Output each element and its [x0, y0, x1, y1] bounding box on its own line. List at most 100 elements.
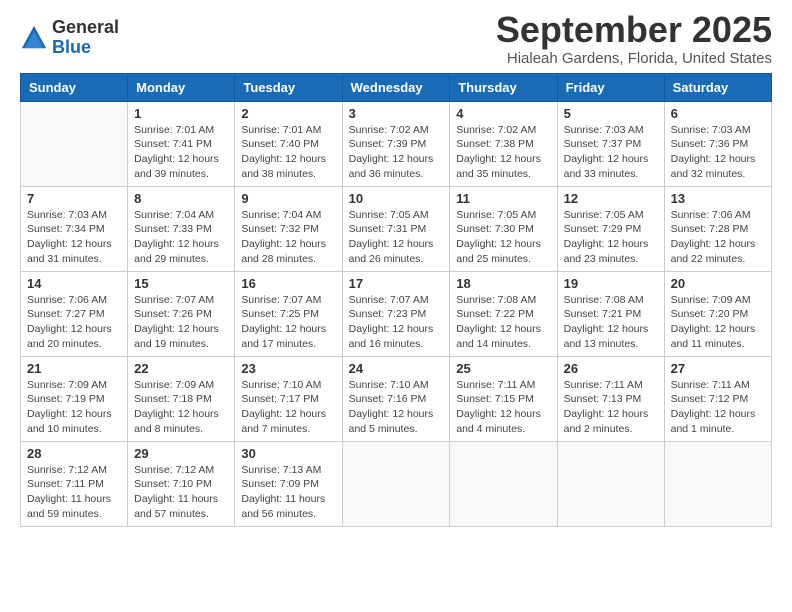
calendar-cell: 25 Sunrise: 7:11 AM Sunset: 7:15 PM Dayli…	[450, 356, 557, 441]
calendar-cell: 3 Sunrise: 7:02 AM Sunset: 7:39 PM Daylig…	[342, 101, 450, 186]
calendar-cell: 9 Sunrise: 7:04 AM Sunset: 7:32 PM Daylig…	[235, 186, 342, 271]
calendar-cell	[21, 101, 128, 186]
day-number: 12	[564, 191, 658, 206]
day-number: 11	[456, 191, 550, 206]
calendar-cell	[664, 441, 771, 526]
calendar-cell	[450, 441, 557, 526]
day-info: Sunrise: 7:04 AM Sunset: 7:32 PM Dayligh…	[241, 208, 335, 267]
calendar-header-row: SundayMondayTuesdayWednesdayThursdayFrid…	[21, 73, 772, 101]
day-number: 13	[671, 191, 765, 206]
day-info: Sunrise: 7:09 AM Sunset: 7:18 PM Dayligh…	[134, 378, 228, 437]
day-number: 2	[241, 106, 335, 121]
day-number: 26	[564, 361, 658, 376]
day-info: Sunrise: 7:11 AM Sunset: 7:15 PM Dayligh…	[456, 378, 550, 437]
day-info: Sunrise: 7:04 AM Sunset: 7:33 PM Dayligh…	[134, 208, 228, 267]
calendar-cell: 29 Sunrise: 7:12 AM Sunset: 7:10 PM Dayli…	[128, 441, 235, 526]
logo-general-text: General	[52, 18, 119, 38]
day-number: 5	[564, 106, 658, 121]
day-info: Sunrise: 7:03 AM Sunset: 7:37 PM Dayligh…	[564, 123, 658, 182]
day-info: Sunrise: 7:11 AM Sunset: 7:13 PM Dayligh…	[564, 378, 658, 437]
day-info: Sunrise: 7:12 AM Sunset: 7:10 PM Dayligh…	[134, 463, 228, 522]
day-info: Sunrise: 7:09 AM Sunset: 7:20 PM Dayligh…	[671, 293, 765, 352]
calendar-cell	[557, 441, 664, 526]
calendar-header-friday: Friday	[557, 73, 664, 101]
calendar-cell: 4Sunrise: 7:02 AM Sunset: 7:38 PM Daylig…	[450, 101, 557, 186]
day-number: 3	[349, 106, 444, 121]
day-info: Sunrise: 7:02 AM Sunset: 7:38 PM Dayligh…	[456, 123, 550, 182]
day-number: 6	[671, 106, 765, 121]
calendar-cell: 12Sunrise: 7:05 AM Sunset: 7:29 PM Dayli…	[557, 186, 664, 271]
day-info: Sunrise: 7:07 AM Sunset: 7:25 PM Dayligh…	[241, 293, 335, 352]
day-info: Sunrise: 7:08 AM Sunset: 7:21 PM Dayligh…	[564, 293, 658, 352]
calendar-cell: 22Sunrise: 7:09 AM Sunset: 7:18 PM Dayli…	[128, 356, 235, 441]
calendar-cell: 15Sunrise: 7:07 AM Sunset: 7:26 PM Dayli…	[128, 271, 235, 356]
calendar-header-sunday: Sunday	[21, 73, 128, 101]
calendar-week-row: 28Sunrise: 7:12 AM Sunset: 7:11 PM Dayli…	[21, 441, 772, 526]
calendar-cell: 1Sunrise: 7:01 AM Sunset: 7:41 PM Daylig…	[128, 101, 235, 186]
day-number: 17	[349, 276, 444, 291]
day-info: Sunrise: 7:03 AM Sunset: 7:36 PM Dayligh…	[671, 123, 765, 182]
day-number: 25	[456, 361, 550, 376]
day-number: 7	[27, 191, 121, 206]
day-info: Sunrise: 7:02 AM Sunset: 7:39 PM Dayligh…	[349, 123, 444, 182]
calendar-cell: 14 Sunrise: 7:06 AM Sunset: 7:27 PM Dayli…	[21, 271, 128, 356]
calendar-week-row: 1Sunrise: 7:01 AM Sunset: 7:41 PM Daylig…	[21, 101, 772, 186]
day-number: 16	[241, 276, 335, 291]
day-number: 19	[564, 276, 658, 291]
day-info: Sunrise: 7:06 AM Sunset: 7:27 PM Dayligh…	[27, 293, 121, 352]
calendar-cell: 13 Sunrise: 7:06 AM Sunset: 7:28 PM Dayli…	[664, 186, 771, 271]
page-header: General Blue September 2025 Hialeah Gard…	[20, 10, 772, 67]
calendar-cell: 7 Sunrise: 7:03 AM Sunset: 7:34 PM Daylig…	[21, 186, 128, 271]
calendar-week-row: 7 Sunrise: 7:03 AM Sunset: 7:34 PM Daylig…	[21, 186, 772, 271]
title-area: September 2025 Hialeah Gardens, Florida,…	[496, 10, 772, 67]
calendar-cell: 2Sunrise: 7:01 AM Sunset: 7:40 PM Daylig…	[235, 101, 342, 186]
day-number: 30	[241, 446, 335, 461]
day-info: Sunrise: 7:09 AM Sunset: 7:19 PM Dayligh…	[27, 378, 121, 437]
day-number: 23	[241, 361, 335, 376]
day-info: Sunrise: 7:10 AM Sunset: 7:16 PM Dayligh…	[349, 378, 444, 437]
calendar-week-row: 21 Sunrise: 7:09 AM Sunset: 7:19 PM Dayli…	[21, 356, 772, 441]
calendar-header-thursday: Thursday	[450, 73, 557, 101]
day-info: Sunrise: 7:06 AM Sunset: 7:28 PM Dayligh…	[671, 208, 765, 267]
calendar-cell: 23Sunrise: 7:10 AM Sunset: 7:17 PM Dayli…	[235, 356, 342, 441]
logo: General Blue	[20, 18, 119, 58]
calendar-cell: 16 Sunrise: 7:07 AM Sunset: 7:25 PM Dayli…	[235, 271, 342, 356]
day-info: Sunrise: 7:03 AM Sunset: 7:34 PM Dayligh…	[27, 208, 121, 267]
day-number: 21	[27, 361, 121, 376]
day-info: Sunrise: 7:05 AM Sunset: 7:31 PM Dayligh…	[349, 208, 444, 267]
calendar-cell: 20 Sunrise: 7:09 AM Sunset: 7:20 PM Dayli…	[664, 271, 771, 356]
day-number: 10	[349, 191, 444, 206]
day-number: 20	[671, 276, 765, 291]
calendar-cell: 8 Sunrise: 7:04 AM Sunset: 7:33 PM Daylig…	[128, 186, 235, 271]
day-info: Sunrise: 7:07 AM Sunset: 7:26 PM Dayligh…	[134, 293, 228, 352]
location-title: Hialeah Gardens, Florida, United States	[496, 50, 772, 67]
day-info: Sunrise: 7:07 AM Sunset: 7:23 PM Dayligh…	[349, 293, 444, 352]
day-number: 24	[349, 361, 444, 376]
calendar-header-wednesday: Wednesday	[342, 73, 450, 101]
day-info: Sunrise: 7:11 AM Sunset: 7:12 PM Dayligh…	[671, 378, 765, 437]
calendar-cell: 5 Sunrise: 7:03 AM Sunset: 7:37 PM Daylig…	[557, 101, 664, 186]
day-number: 8	[134, 191, 228, 206]
calendar-cell: 30 Sunrise: 7:13 AM Sunset: 7:09 PM Dayli…	[235, 441, 342, 526]
day-number: 29	[134, 446, 228, 461]
day-number: 28	[27, 446, 121, 461]
calendar-cell: 21 Sunrise: 7:09 AM Sunset: 7:19 PM Dayli…	[21, 356, 128, 441]
day-number: 14	[27, 276, 121, 291]
calendar-cell: 10 Sunrise: 7:05 AM Sunset: 7:31 PM Dayli…	[342, 186, 450, 271]
month-title: September 2025	[496, 10, 772, 50]
calendar-cell: 11 Sunrise: 7:05 AM Sunset: 7:30 PM Dayli…	[450, 186, 557, 271]
logo-blue-text: Blue	[52, 38, 119, 58]
day-number: 9	[241, 191, 335, 206]
calendar-header-monday: Monday	[128, 73, 235, 101]
day-number: 1	[134, 106, 228, 121]
day-number: 27	[671, 361, 765, 376]
calendar-cell: 28Sunrise: 7:12 AM Sunset: 7:11 PM Dayli…	[21, 441, 128, 526]
calendar-header-saturday: Saturday	[664, 73, 771, 101]
day-info: Sunrise: 7:05 AM Sunset: 7:30 PM Dayligh…	[456, 208, 550, 267]
calendar-cell: 17 Sunrise: 7:07 AM Sunset: 7:23 PM Dayli…	[342, 271, 450, 356]
calendar-cell: 6 Sunrise: 7:03 AM Sunset: 7:36 PM Daylig…	[664, 101, 771, 186]
day-number: 18	[456, 276, 550, 291]
calendar-cell: 27 Sunrise: 7:11 AM Sunset: 7:12 PM Dayli…	[664, 356, 771, 441]
day-info: Sunrise: 7:13 AM Sunset: 7:09 PM Dayligh…	[241, 463, 335, 522]
calendar-table: SundayMondayTuesdayWednesdayThursdayFrid…	[20, 73, 772, 527]
